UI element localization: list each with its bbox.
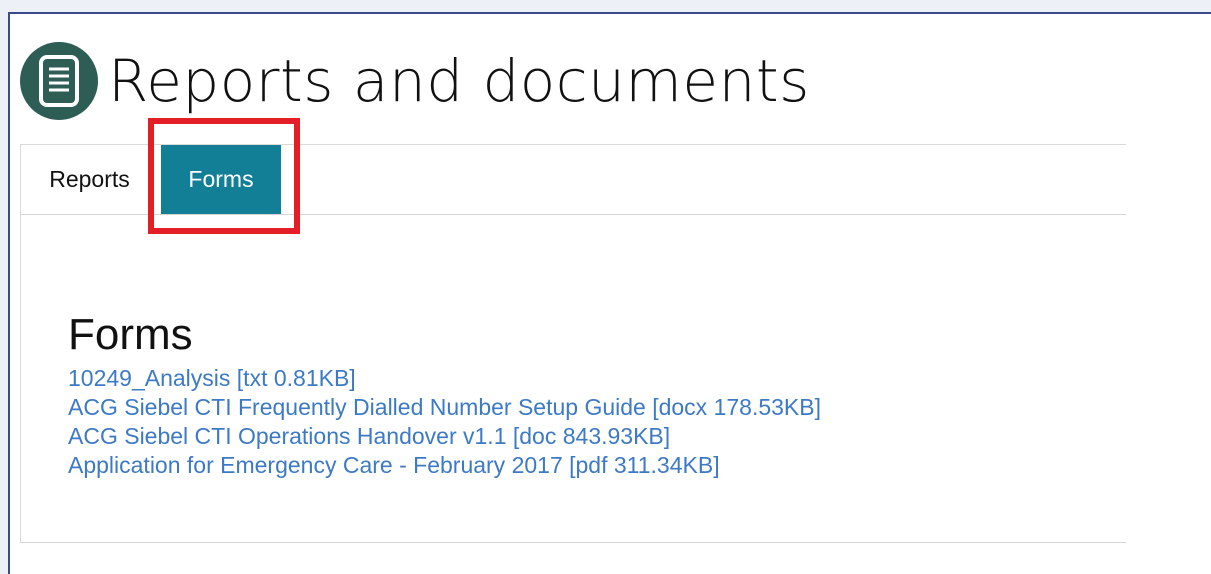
- forms-section: Forms 10249_Analysis [txt 0.81KB] ACG Si…: [68, 310, 821, 480]
- tab-divider: [20, 214, 1126, 215]
- content-border: [20, 214, 21, 543]
- document-list: 10249_Analysis [txt 0.81KB] ACG Siebel C…: [68, 364, 821, 480]
- document-link[interactable]: ACG Siebel CTI Frequently Dialled Number…: [68, 394, 821, 420]
- tab-bar: Reports Forms: [20, 144, 1126, 214]
- content-bottom-divider: [20, 542, 1126, 543]
- list-item: ACG Siebel CTI Operations Handover v1.1 …: [68, 422, 821, 451]
- page-header: Reports and documents: [20, 42, 810, 120]
- section-heading: Forms: [68, 310, 193, 359]
- tab-forms[interactable]: Forms: [161, 145, 281, 214]
- document-link[interactable]: 10249_Analysis [txt 0.81KB]: [68, 365, 356, 391]
- page-title: Reports and documents: [108, 47, 810, 115]
- list-item: Application for Emergency Care - Februar…: [68, 451, 821, 480]
- page-frame: Reports and documents Reports Forms Form…: [8, 12, 1211, 574]
- tab-reports[interactable]: Reports: [21, 145, 158, 214]
- list-item: ACG Siebel CTI Frequently Dialled Number…: [68, 393, 821, 422]
- document-link[interactable]: Application for Emergency Care - Februar…: [68, 452, 720, 478]
- document-link[interactable]: ACG Siebel CTI Operations Handover v1.1 …: [68, 423, 670, 449]
- document-icon: [20, 42, 98, 120]
- list-item: 10249_Analysis [txt 0.81KB]: [68, 364, 821, 393]
